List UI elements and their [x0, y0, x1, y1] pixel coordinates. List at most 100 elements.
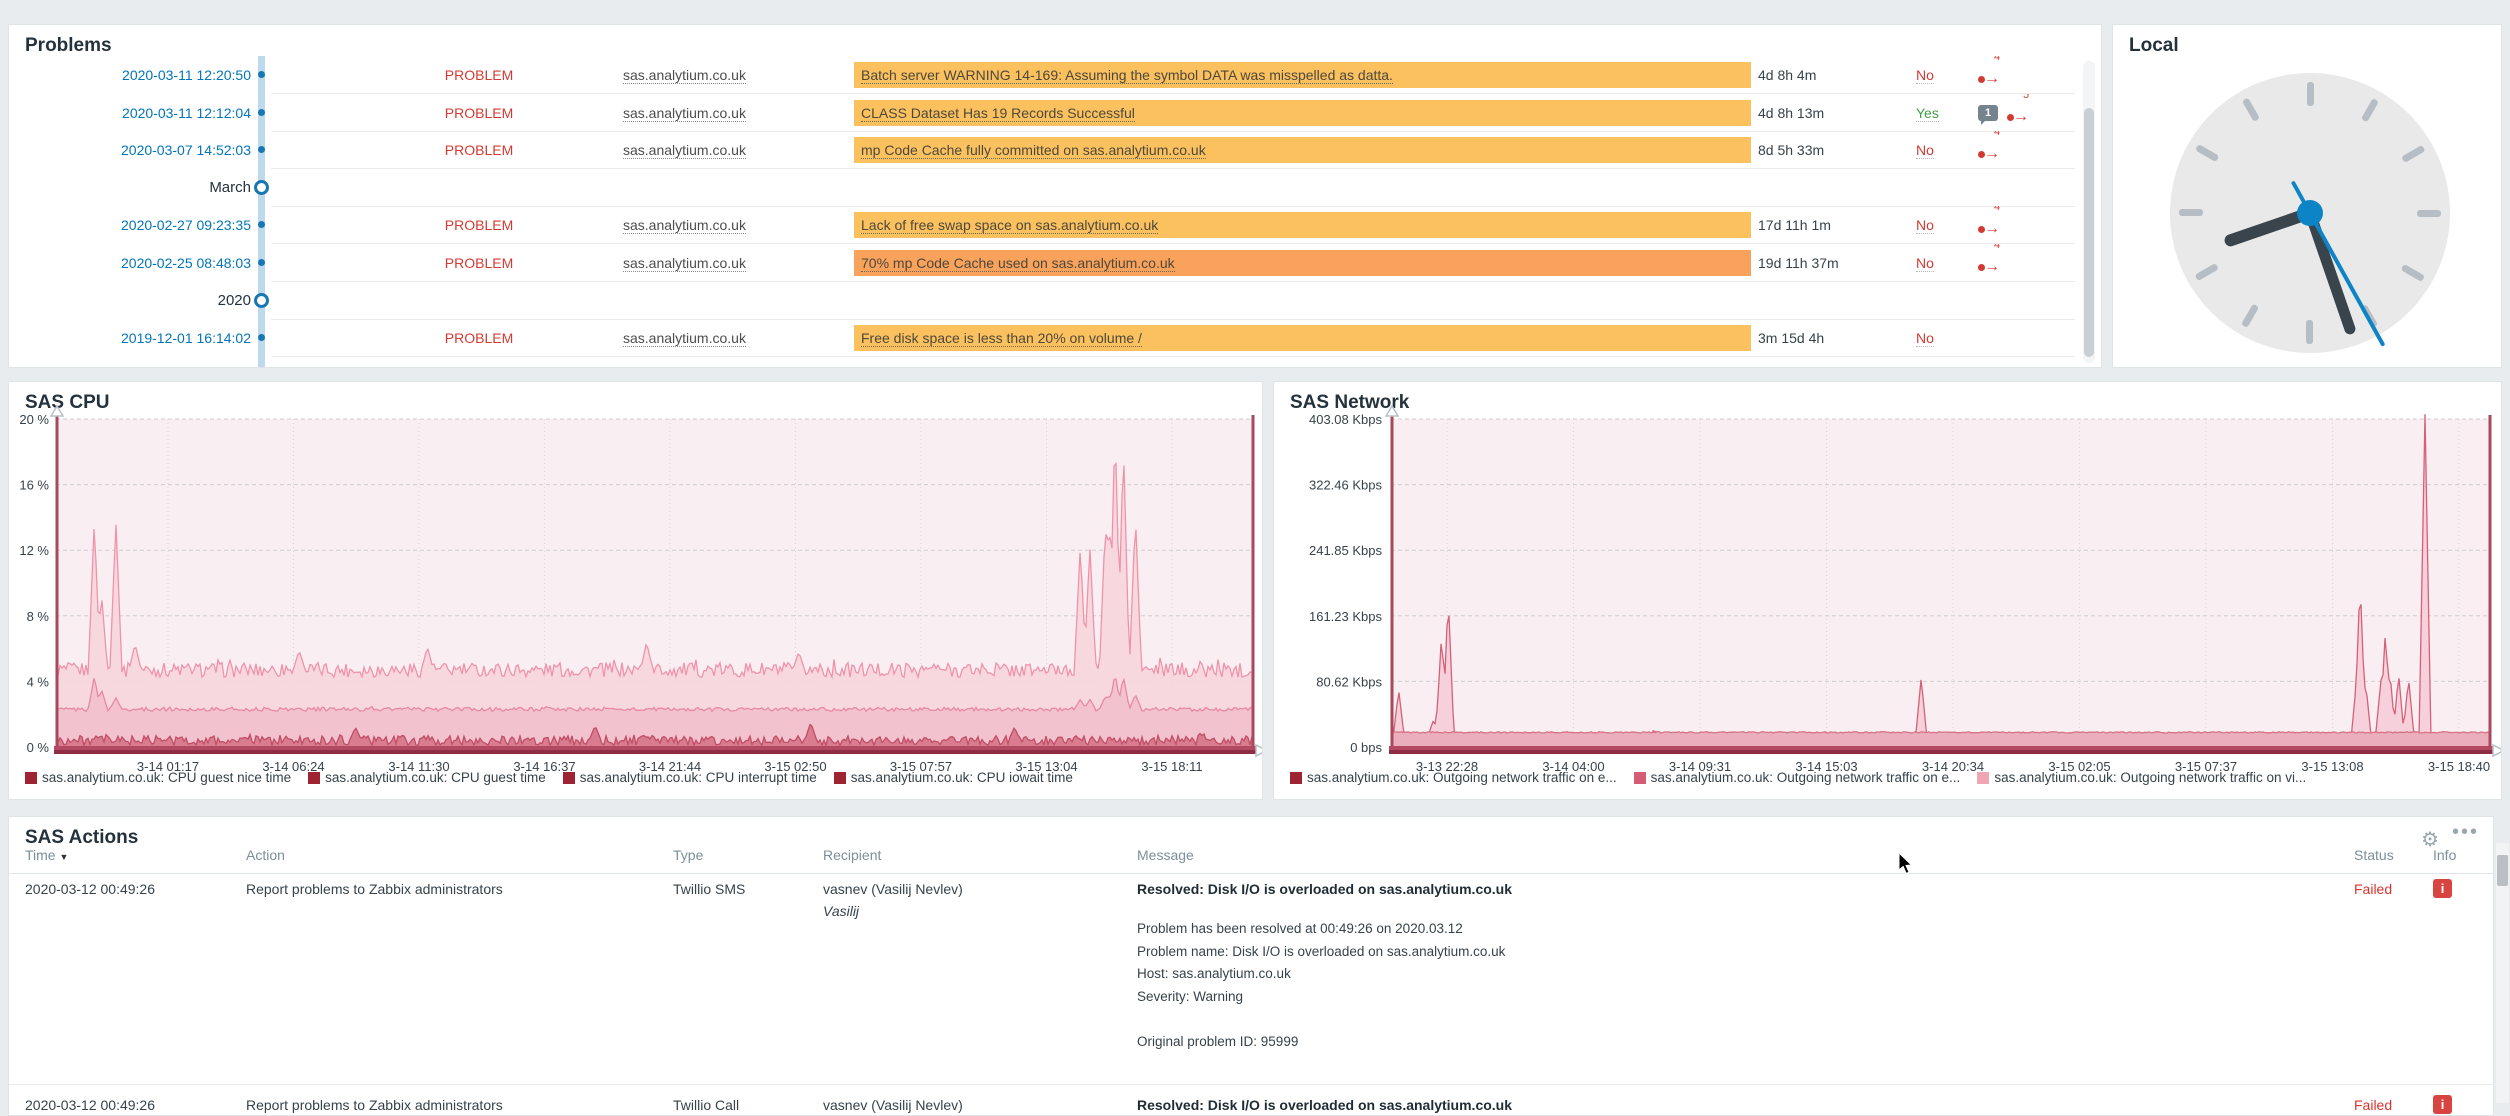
problems-scrollbar[interactable]: [2083, 61, 2095, 363]
message-title: Resolved: Disk I/O is overloaded on sas.…: [1137, 881, 2347, 897]
comment-count-badge[interactable]: 1: [1978, 105, 1998, 121]
legend-swatch: [563, 772, 575, 784]
mouse-cursor: [1898, 852, 1920, 881]
row-separator: [9, 1084, 2493, 1085]
cpu-graph-panel: SAS CPU 0 %4 %8 %12 %16 %20 %3-14 01:173…: [8, 381, 1263, 800]
problem-message[interactable]: 70% mp Code Cache used on sas.analytium.…: [854, 244, 1751, 282]
problem-time-link[interactable]: 2020-02-25 08:48:03: [9, 244, 251, 282]
info-icon[interactable]: i: [2433, 879, 2452, 898]
actions-scrollbar[interactable]: [2496, 843, 2509, 1103]
legend-label: sas.analytium.co.uk: Outgoing network tr…: [1307, 770, 1617, 785]
problem-actions: 1 →5: [1978, 94, 2098, 132]
legend-swatch: [1977, 772, 1989, 784]
problem-status[interactable]: PROBLEM: [369, 131, 589, 169]
column-header-time[interactable]: Time ▼: [25, 847, 68, 873]
media-type: Twillio Call: [673, 1097, 823, 1113]
problem-row: 2020-02-27 09:23:35 PROBLEM sas.analytium.…: [9, 206, 2101, 244]
recipient-name: Vasilij: [823, 903, 1123, 919]
action-status: Failed: [2354, 1097, 2424, 1113]
network-legend: sas.analytium.co.uk: Outgoing network tr…: [1290, 770, 2306, 785]
timeline-event-dot: [258, 71, 265, 78]
actions-count-icon[interactable]: →4: [1978, 252, 2006, 274]
header-divider: [9, 873, 2493, 874]
actions-panel: SAS Actions ⚙ ••• Time ▼ActionTypeRecipi…: [8, 816, 2494, 1116]
sort-desc-icon: ▼: [59, 852, 68, 862]
problem-host-link[interactable]: sas.analytium.co.uk: [623, 319, 853, 357]
problem-ack-link[interactable]: No: [1916, 131, 1976, 169]
problem-status[interactable]: PROBLEM: [369, 244, 589, 282]
message-line: Severity: Warning: [1137, 986, 2347, 1009]
action-name: Report problems to Zabbix administrators: [246, 881, 656, 897]
problem-status[interactable]: PROBLEM: [369, 206, 589, 244]
cpu-graph[interactable]: 0 %4 %8 %12 %16 %20 %3-14 01:173-14 06:2…: [9, 382, 1262, 800]
more-menu-icon[interactable]: •••: [2452, 821, 2479, 844]
problem-time-link[interactable]: 2020-03-07 14:52:03: [9, 131, 251, 169]
svg-text:8 %: 8 %: [27, 609, 50, 624]
problem-status[interactable]: PROBLEM: [369, 94, 589, 132]
actions-count-icon[interactable]: →4: [1978, 214, 2006, 236]
action-name: Report problems to Zabbix administrators: [246, 1097, 656, 1113]
network-graph[interactable]: 0 bps80.62 Kbps161.23 Kbps241.85 Kbps322…: [1274, 382, 2501, 800]
problem-time-link[interactable]: 2020-03-11 12:20:50: [9, 56, 251, 94]
row-separator: [271, 356, 2075, 357]
actions-count-icon[interactable]: →4: [1978, 139, 2006, 161]
problem-actions: →4: [1978, 244, 2098, 282]
problem-message[interactable]: mp Code Cache fully committed on sas.ana…: [854, 131, 1751, 169]
legend-swatch: [1290, 772, 1302, 784]
legend-label: sas.analytium.co.uk: CPU interrupt time: [580, 770, 817, 785]
problem-ack-link[interactable]: No: [1916, 56, 1976, 94]
legend-entry: sas.analytium.co.uk: Outgoing network tr…: [1290, 770, 1617, 785]
legend-label: sas.analytium.co.uk: Outgoing network tr…: [1651, 770, 1961, 785]
timeline-event-dot: [258, 146, 265, 153]
action-time: 2020-03-12 00:49:26: [25, 1097, 235, 1113]
legend-label: sas.analytium.co.uk: Outgoing network tr…: [1994, 770, 2306, 785]
legend-label: sas.analytium.co.uk: CPU iowait time: [851, 770, 1073, 785]
problem-row: 2019-12-01 16:14:02 PROBLEM sas.analytium.…: [9, 319, 2101, 357]
problem-host-link[interactable]: sas.analytium.co.uk: [623, 244, 853, 282]
actions-count-icon[interactable]: →5: [2007, 102, 2035, 124]
svg-text:403.08 Kbps: 403.08 Kbps: [1309, 412, 1383, 427]
message-line: Problem has been resolved at 00:49:26 on…: [1137, 918, 2347, 941]
problem-host-link[interactable]: sas.analytium.co.uk: [623, 94, 853, 132]
problem-row: 2020-03-11 12:20:50 PROBLEM sas.analytium.…: [9, 56, 2101, 94]
problem-duration: 19d 11h 37m: [1758, 244, 1908, 282]
problem-message[interactable]: Batch server WARNING 14-169: Assuming th…: [854, 56, 1751, 94]
svg-text:241.85 Kbps: 241.85 Kbps: [1309, 543, 1383, 558]
column-header-action: Action: [246, 847, 285, 873]
problems-scrollbar-thumb[interactable]: [2084, 108, 2094, 357]
problem-row: 2020-03-11 12:12:04 PROBLEM sas.analytium.…: [9, 94, 2101, 132]
problem-message[interactable]: CLASS Dataset Has 19 Records Successful: [854, 94, 1751, 132]
svg-text:80.62 Kbps: 80.62 Kbps: [1316, 674, 1382, 689]
actions-panel-title: SAS Actions: [25, 827, 138, 849]
svg-text:161.23 Kbps: 161.23 Kbps: [1309, 609, 1383, 624]
problem-ack-link[interactable]: No: [1916, 244, 1976, 282]
problem-status[interactable]: PROBLEM: [369, 56, 589, 94]
problem-duration: 8d 5h 33m: [1758, 131, 1908, 169]
problem-status[interactable]: PROBLEM: [369, 319, 589, 357]
problem-host-link[interactable]: sas.analytium.co.uk: [623, 56, 853, 94]
problem-message[interactable]: Lack of free swap space on sas.analytium…: [854, 206, 1751, 244]
problem-ack-link[interactable]: No: [1916, 206, 1976, 244]
legend-entry: sas.analytium.co.uk: CPU guest nice time: [25, 770, 291, 785]
timeline-milestone-row: March: [9, 169, 2101, 207]
problem-time-link[interactable]: 2020-02-27 09:23:35: [9, 206, 251, 244]
actions-scrollbar-thumb[interactable]: [2497, 855, 2508, 886]
message-line: Problem name: Disk I/O is overloaded on …: [1137, 941, 2347, 964]
legend-label: sas.analytium.co.uk: CPU guest nice time: [42, 770, 291, 785]
problem-time-link[interactable]: 2019-12-01 16:14:02: [9, 319, 251, 357]
legend-entry: sas.analytium.co.uk: Outgoing network tr…: [1634, 770, 1961, 785]
timeline-milestone-label: 2020: [9, 282, 251, 320]
problem-host-link[interactable]: sas.analytium.co.uk: [623, 206, 853, 244]
problem-host-link[interactable]: sas.analytium.co.uk: [623, 131, 853, 169]
problem-ack-link[interactable]: No: [1916, 319, 1976, 357]
problem-message[interactable]: Free disk space is less than 20% on volu…: [854, 319, 1751, 357]
message-title: Resolved: Disk I/O is overloaded on sas.…: [1137, 1097, 2347, 1113]
problem-time-link[interactable]: 2020-03-11 12:12:04: [9, 94, 251, 132]
timeline-event-dot: [258, 259, 265, 266]
actions-count-icon[interactable]: →4: [1978, 64, 2006, 86]
problem-actions: [1978, 319, 2098, 357]
legend-swatch: [1634, 772, 1646, 784]
svg-text:12 %: 12 %: [19, 543, 49, 558]
problem-ack-link[interactable]: Yes: [1916, 94, 1976, 132]
info-icon[interactable]: i: [2433, 1095, 2452, 1114]
